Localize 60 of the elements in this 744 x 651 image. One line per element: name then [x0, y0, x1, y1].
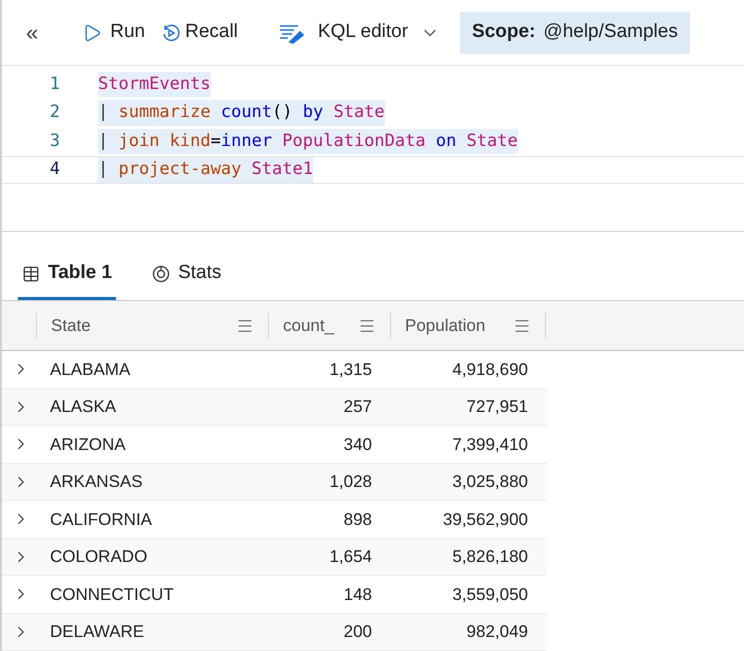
code-token: by — [302, 101, 324, 124]
donut-icon — [152, 264, 170, 282]
code-token: | — [98, 130, 110, 152]
table-cell-text: 257 — [342, 396, 372, 418]
editor-mode-dropdown[interactable]: KQL editor — [274, 18, 444, 47]
line-number: 4 — [48, 158, 61, 181]
code-token: count — [220, 101, 272, 124]
replay-icon — [161, 22, 182, 42]
code-token: State — [466, 130, 518, 152]
table-cell-text: 3,559,050 — [451, 584, 528, 606]
code-token: summarize — [118, 101, 212, 124]
code-token: project-away — [118, 158, 242, 181]
collapse-button[interactable]: « — [18, 16, 46, 49]
code-token: | — [98, 158, 110, 181]
table-cell-text: 340 — [342, 434, 372, 456]
table-cell-text: 148 — [342, 584, 372, 606]
table-cell-text: ALASKA — [50, 396, 118, 418]
column-header[interactable]: Population — [405, 312, 486, 338]
table-cell-text: CALIFORNIA — [50, 508, 154, 530]
table-cell-text: 4,918,690 — [451, 358, 528, 380]
table-cell-text: ARIZONA — [50, 434, 127, 456]
table-cell-text: 1,315 — [328, 358, 372, 380]
table-cell-text: CONNECTICUT — [50, 584, 175, 606]
code-token: | — [98, 101, 110, 124]
code-token: () — [272, 101, 294, 124]
table-cell-text: 727,951 — [466, 396, 528, 418]
table-cell-text: 39,562,900 — [442, 508, 528, 530]
code-token: State1 — [252, 158, 313, 181]
table-cell-text: ARKANSAS — [50, 471, 144, 493]
table-cell-text: 1,654 — [328, 546, 372, 568]
scope-value: @help/Samples — [543, 20, 678, 44]
code-token: inner — [220, 130, 274, 152]
table-cell-text: 5,826,180 — [451, 546, 528, 568]
table-cell-text: 7,399,410 — [451, 434, 528, 456]
code-token: join — [118, 130, 160, 152]
code-token: on — [436, 130, 458, 152]
table-cell-text: DELAWARE — [50, 621, 146, 643]
line-number: 2 — [48, 101, 61, 124]
table-cell-text: 200 — [342, 621, 372, 643]
column-header[interactable]: count_ — [283, 312, 334, 338]
table-cell-text: 3,025,880 — [451, 471, 528, 493]
line-number: 1 — [48, 72, 61, 96]
column-header[interactable]: State — [51, 312, 91, 338]
table-icon — [22, 264, 40, 282]
table-cell-text: 982,049 — [466, 621, 528, 643]
code-token: kind — [170, 130, 211, 152]
line-number: 3 — [48, 130, 61, 152]
code-token: State — [333, 101, 385, 124]
code-token: = — [210, 130, 221, 152]
recall-button[interactable]: Recall — [157, 18, 242, 47]
table-cell-text: 898 — [342, 508, 372, 530]
table-cell-text: 1,028 — [328, 471, 372, 493]
table-cell-text: ALABAMA — [50, 358, 132, 380]
result-tab[interactable]: Stats — [148, 250, 226, 300]
table-cell-text: COLORADO — [50, 546, 148, 568]
code-editor[interactable]: 1 StormEvents 2 | summarize count() by State 3 | join kind=inner PopulationData on State 4 | project-away State1 — [2, 66, 744, 232]
run-button[interactable]: Run — [78, 18, 150, 47]
scope-label: Scope: — [472, 20, 536, 44]
code-token: StormEvents — [98, 72, 211, 96]
code-token: PopulationData — [282, 130, 427, 152]
